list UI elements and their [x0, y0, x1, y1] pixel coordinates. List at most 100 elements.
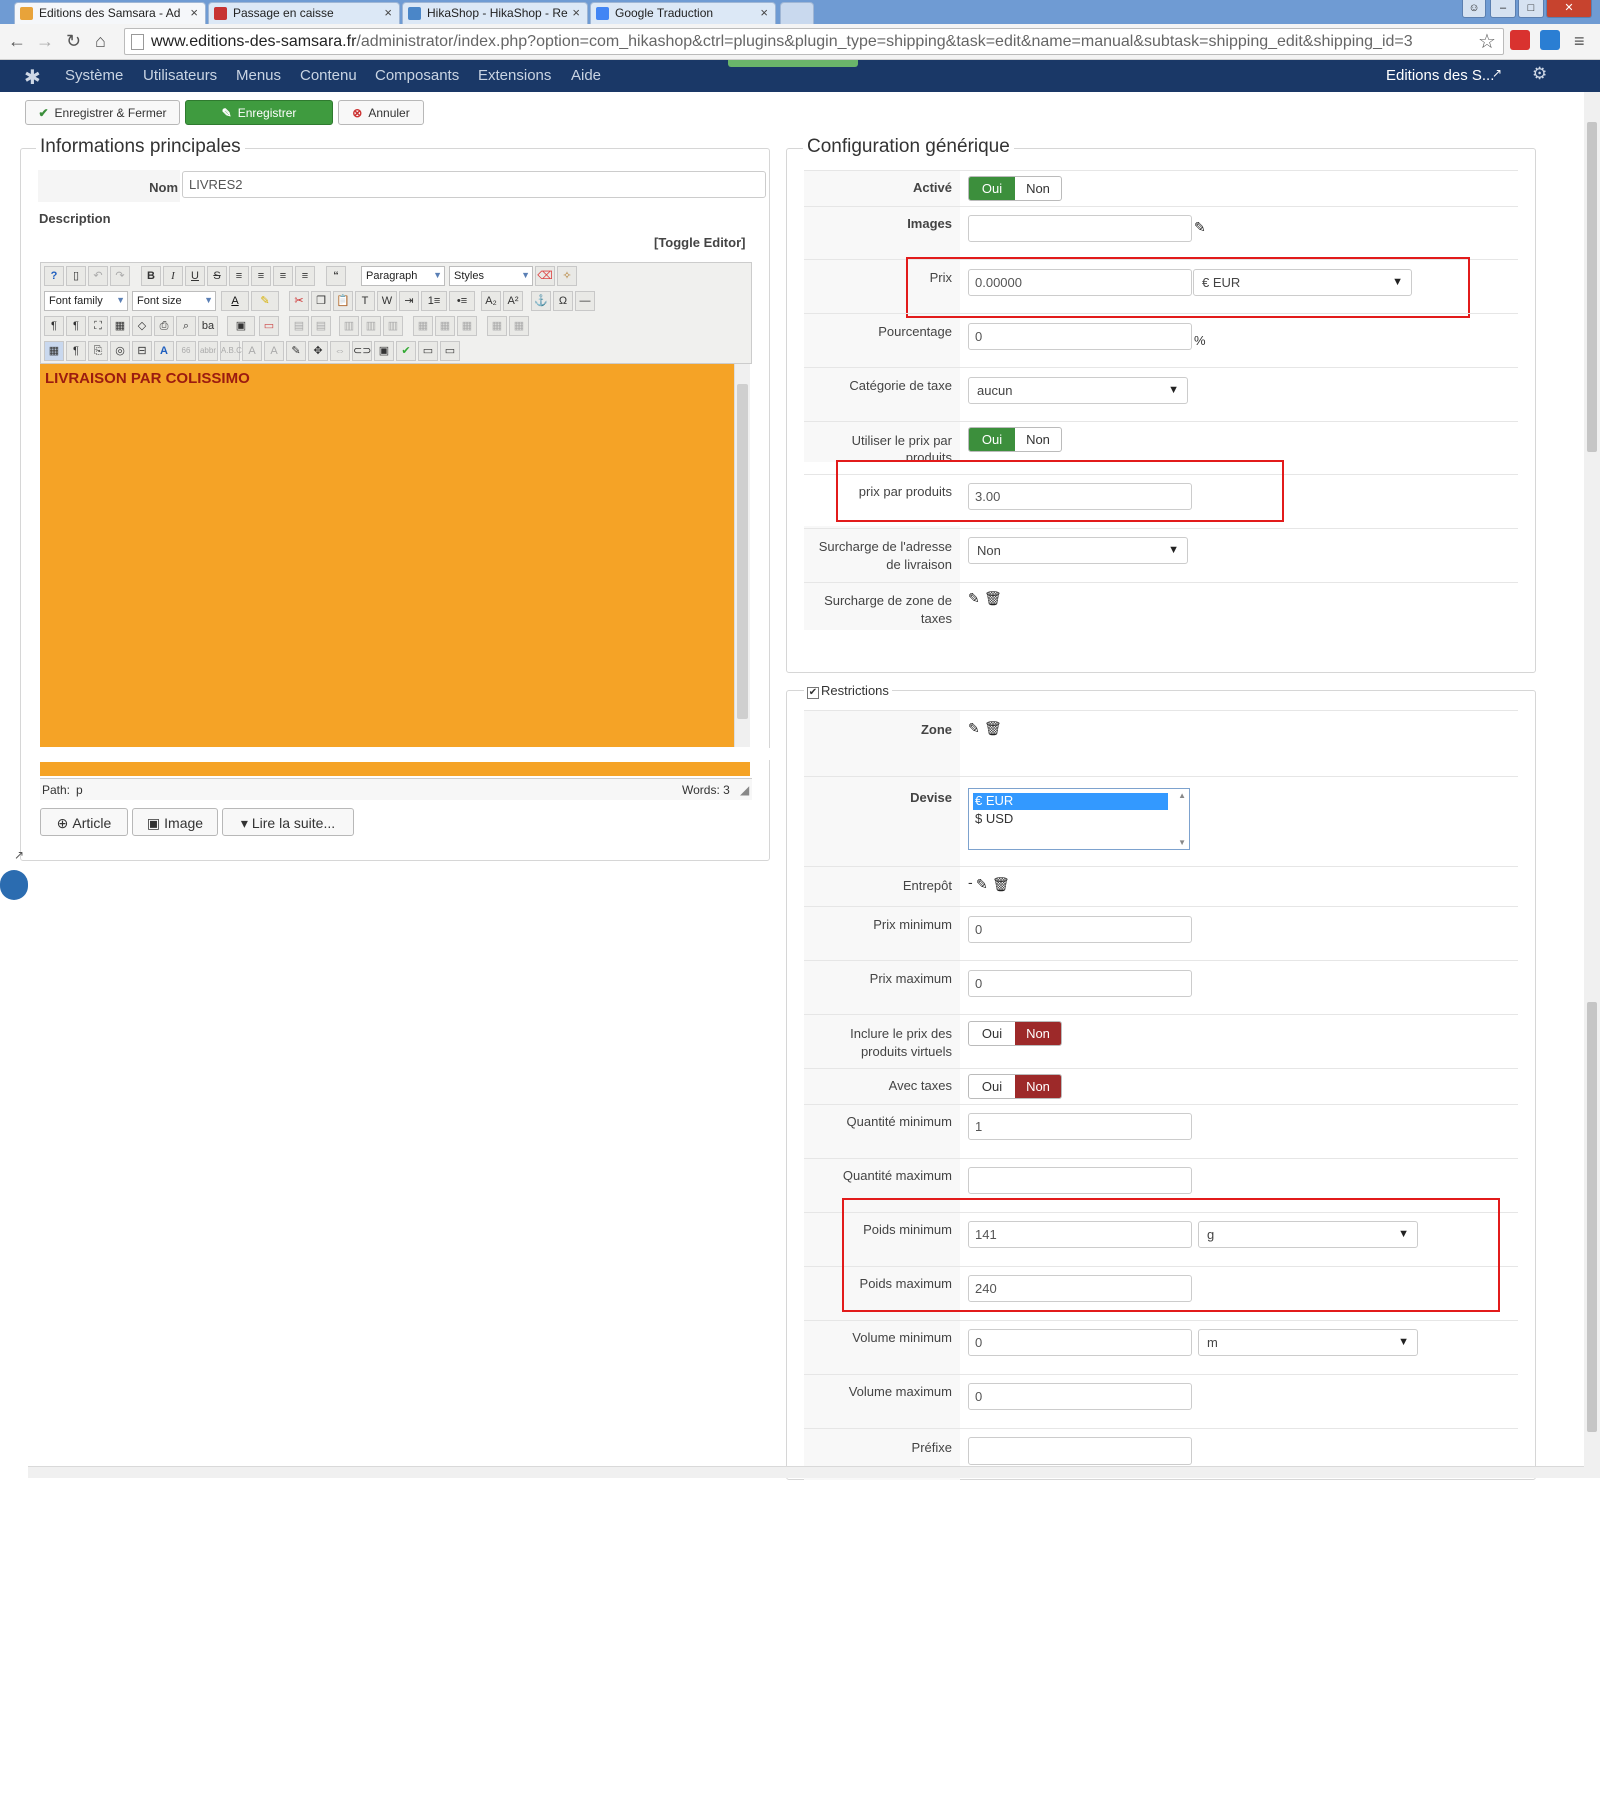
- insert-file-icon[interactable]: ⎘: [88, 341, 108, 361]
- page-scrollbar[interactable]: [1584, 92, 1600, 1478]
- merge-cells-icon[interactable]: ▦: [487, 316, 507, 336]
- insert-layer-icon[interactable]: ⊟: [132, 341, 152, 361]
- forward-icon[interactable]: →: [36, 31, 54, 52]
- menu-menus[interactable]: Menus: [236, 67, 281, 84]
- bold-icon[interactable]: B: [141, 266, 161, 286]
- percentage-input[interactable]: 0: [968, 323, 1192, 350]
- page-scroll-thumb[interactable]: [1587, 1002, 1597, 1432]
- gear-icon[interactable]: ⚙: [1532, 64, 1547, 84]
- save-close-button[interactable]: ✔ Enregistrer & Fermer: [25, 100, 180, 125]
- template-icon[interactable]: ▦: [110, 316, 130, 336]
- prefix-input[interactable]: [968, 1437, 1192, 1465]
- cancel-button[interactable]: ⊗ Annuler: [338, 100, 424, 125]
- close-icon[interactable]: ×: [190, 5, 198, 20]
- save-button[interactable]: ✎ Enregistrer: [185, 100, 333, 125]
- images-input[interactable]: [968, 215, 1192, 242]
- eraser-icon[interactable]: ⌫: [535, 266, 555, 286]
- horizontal-line-icon[interactable]: ▭: [418, 341, 438, 361]
- include-virtual-no-option[interactable]: Non: [1015, 1022, 1061, 1045]
- bookmark-star-icon[interactable]: ☆: [1478, 29, 1496, 54]
- toggle-editor-link[interactable]: [Toggle Editor]: [654, 235, 745, 250]
- menu-utilisateurs[interactable]: Utilisateurs: [143, 67, 217, 84]
- min-qty-input[interactable]: 1: [968, 1113, 1192, 1140]
- paste-text-icon[interactable]: T: [355, 291, 375, 311]
- subscript-icon[interactable]: A₂: [481, 291, 501, 311]
- ordered-list-icon[interactable]: 1≡: [421, 291, 447, 311]
- text-color-icon[interactable]: A: [221, 291, 249, 311]
- readmore-button[interactable]: ▾ Lire la suite...: [222, 808, 354, 836]
- max-volume-input[interactable]: 0: [968, 1383, 1192, 1410]
- special-char-icon[interactable]: Ω: [553, 291, 573, 311]
- undo-icon[interactable]: ↶: [88, 266, 108, 286]
- cut-icon[interactable]: ✂: [289, 291, 309, 311]
- min-volume-input[interactable]: 0: [968, 1329, 1192, 1356]
- ltr-icon[interactable]: ¶: [44, 316, 64, 336]
- copy-icon[interactable]: ❐: [311, 291, 331, 311]
- print-icon[interactable]: ⎙: [154, 316, 174, 336]
- column-after-icon[interactable]: ▦: [435, 316, 455, 336]
- split-cells-icon[interactable]: ▦: [509, 316, 529, 336]
- editor-content-area[interactable]: LIVRAISON PAR COLISSIMO: [40, 364, 734, 747]
- use-price-yes-option[interactable]: Oui: [969, 428, 1015, 451]
- currency-listbox[interactable]: € EUR $ USD ▲ ▼: [968, 788, 1190, 850]
- paste-icon[interactable]: 📋: [333, 291, 353, 311]
- path-value[interactable]: p: [76, 783, 83, 797]
- active-yes-option[interactable]: Oui: [969, 177, 1015, 200]
- acronym-icon[interactable]: A.B.C: [220, 341, 242, 361]
- back-icon[interactable]: ←: [8, 31, 26, 52]
- restrictions-checkbox[interactable]: ✔: [807, 687, 819, 699]
- use-price-per-product-toggle[interactable]: Oui Non: [968, 427, 1062, 452]
- use-price-no-option[interactable]: Non: [1015, 428, 1061, 451]
- currency-option-usd[interactable]: $ USD: [975, 811, 1013, 826]
- trash-icon[interactable]: 🗑: [984, 590, 1002, 607]
- close-icon[interactable]: ×: [760, 5, 768, 20]
- override-address-select[interactable]: Non ▼: [968, 537, 1188, 564]
- reload-icon[interactable]: ↻: [66, 31, 81, 52]
- deletion-icon[interactable]: A: [242, 341, 262, 361]
- indent-icon[interactable]: ⇥: [399, 291, 419, 311]
- insert-nonbreaking-icon[interactable]: ✥: [308, 341, 328, 361]
- attributes-icon[interactable]: ✎: [286, 341, 306, 361]
- editor-scroll-thumb[interactable]: [737, 384, 748, 719]
- close-icon[interactable]: ×: [572, 5, 580, 20]
- close-icon[interactable]: ×: [384, 5, 392, 20]
- new-document-icon[interactable]: ▯: [66, 266, 86, 286]
- edit-pencil-icon[interactable]: ✎: [968, 590, 980, 607]
- show-blocks-icon[interactable]: ¶: [66, 341, 86, 361]
- blockquote-icon[interactable]: “: [326, 266, 346, 286]
- user-icon[interactable]: ☺: [1462, 0, 1486, 18]
- link-icon[interactable]: ⊂⊃: [352, 341, 372, 361]
- italic-icon[interactable]: I: [163, 266, 183, 286]
- with-taxes-no-option[interactable]: Non: [1015, 1075, 1061, 1098]
- table-row-before-icon[interactable]: ▤: [289, 316, 309, 336]
- align-right-icon[interactable]: ≡: [295, 266, 315, 286]
- editor-scrollbar[interactable]: [734, 364, 750, 747]
- edit-pencil-icon[interactable]: ✎: [1194, 219, 1206, 236]
- active-no-option[interactable]: Non: [1015, 177, 1061, 200]
- page-scroll-thumb[interactable]: [1587, 122, 1597, 452]
- with-taxes-yes-option[interactable]: Oui: [969, 1075, 1015, 1098]
- table-insert-icon[interactable]: ▥: [339, 316, 359, 336]
- unordered-list-icon[interactable]: •≡: [449, 291, 475, 311]
- scroll-down-icon[interactable]: ▼: [1178, 838, 1186, 847]
- new-tab-button[interactable]: [780, 2, 814, 24]
- find-icon[interactable]: ⌕: [176, 316, 196, 336]
- visual-aid-icon[interactable]: ▦: [44, 341, 64, 361]
- minimize-icon[interactable]: –: [1490, 0, 1516, 18]
- home-icon[interactable]: ⌂: [95, 31, 106, 52]
- insert-date-icon[interactable]: ◎: [110, 341, 130, 361]
- highlight-color-icon[interactable]: ✎: [251, 291, 279, 311]
- extension-icon[interactable]: [1510, 30, 1530, 50]
- font-size-select[interactable]: Font size ▼: [132, 291, 216, 311]
- table-split-icon[interactable]: ▥: [383, 316, 403, 336]
- volume-unit-select[interactable]: m ▼: [1198, 1329, 1418, 1356]
- format-select[interactable]: Paragraph ▼: [361, 266, 445, 286]
- styles-select[interactable]: Styles ▼: [449, 266, 533, 286]
- joomla-logo-icon[interactable]: ✱: [24, 65, 41, 90]
- insertion-icon[interactable]: A: [264, 341, 284, 361]
- table-delete-icon[interactable]: ▥: [361, 316, 381, 336]
- tab-google-traduction[interactable]: Google Traduction ×: [590, 2, 776, 24]
- trash-icon[interactable]: 🗑: [984, 720, 1002, 737]
- menu-icon[interactable]: ≡: [1574, 31, 1585, 52]
- tab-hikashop[interactable]: HikaShop - HikaShop - Re ×: [402, 2, 588, 24]
